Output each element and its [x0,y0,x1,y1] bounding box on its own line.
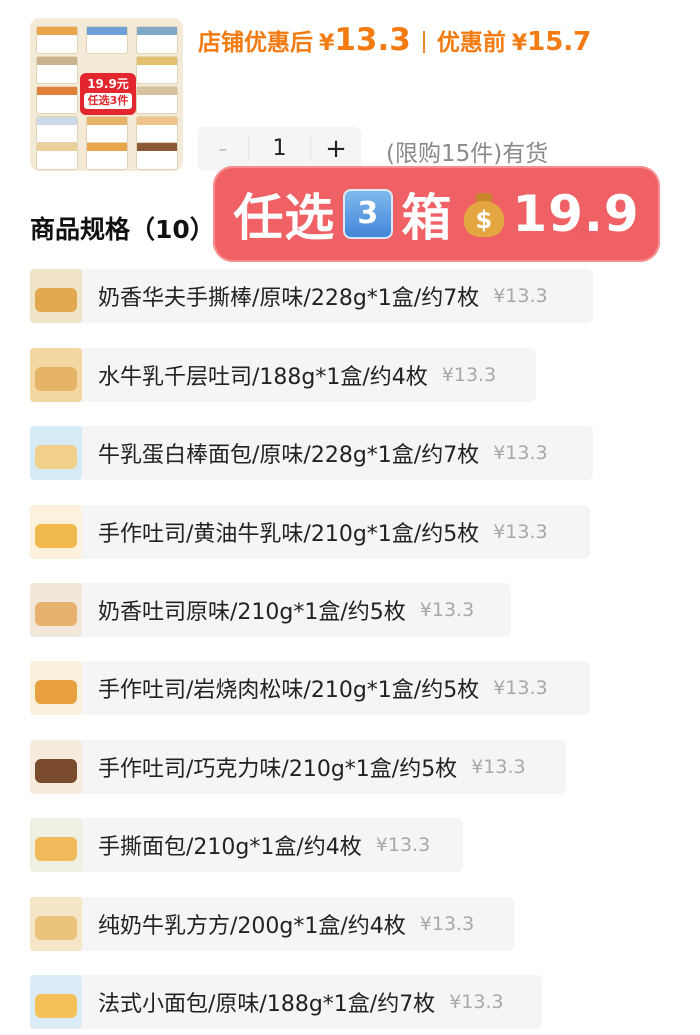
thumb-box [136,86,178,114]
thumb-box [86,142,128,170]
spec-price: ¥13.3 [449,991,504,1013]
before-currency: ¥ [511,31,528,56]
spec-name: 法式小面包/原味/188g*1盒/约7枚 [98,992,436,1017]
spec-thumbnail [30,975,82,1029]
thumb-box [36,142,78,170]
thumb-promo-badge: 19.9元 任选3件 [80,73,136,115]
spec-price: ¥13.3 [493,521,548,543]
spec-name: 水牛乳千层吐司/188g*1盒/约4枚 [98,365,428,390]
spec-price: ¥13.3 [419,599,475,621]
spec-thumbnail [30,426,82,480]
thumb-box [86,116,128,144]
thumb-box [136,142,178,170]
spec-price: ¥13.3 [375,834,431,856]
thumb-box [136,26,178,54]
before-discount-label: 优惠前 [436,30,506,56]
spec-name: 手作吐司/岩烧肉松味/210g*1盒/约5枚 [98,678,480,703]
quantity-input[interactable]: 1 [248,136,311,162]
money-bag-icon: $ [462,191,506,237]
thumb-box [36,56,78,84]
banner-text-b: 箱 [401,189,453,247]
thumb-promo-line1: 19.9元 [87,77,129,91]
spec-thumbnail [30,818,82,872]
promo-banner: 任选 3 箱 $ 19.9 [213,166,660,262]
spec-option[interactable]: 奶香吐司原味/210g*1盒/约5枚 ¥13.3 [30,583,511,637]
before-discount-price: 15.7 [527,27,592,57]
spec-option[interactable]: 手作吐司/黄油牛乳味/210g*1盒/约5枚 ¥13.3 [30,505,590,559]
keycap-3-icon: 3 [343,189,394,239]
spec-price: ¥13.3 [441,364,497,386]
decrease-button[interactable]: - [198,134,248,164]
spec-thumbnail [30,269,82,323]
thumb-box [36,116,78,144]
spec-name: 手撕面包/210g*1盒/约4枚 [98,835,362,860]
spec-name: 手作吐司/巧克力味/210g*1盒/约5枚 [98,757,458,782]
product-thumbnail[interactable]: 19.9元 任选3件 [30,18,183,171]
spec-thumbnail [30,505,82,559]
spec-price: ¥13.3 [471,756,526,778]
spec-thumbnail [30,661,82,715]
spec-name: 奶香吐司原味/210g*1盒/约5枚 [98,600,406,625]
banner-text-a: 任选 [233,189,336,247]
stock-status: (限购15件)有货 [386,141,549,167]
spec-price: ¥13.3 [493,285,548,307]
after-discount-price: 13.3 [334,22,411,58]
spec-option[interactable]: 手作吐司/岩烧肉松味/210g*1盒/约5枚 ¥13.3 [30,661,590,715]
spec-option[interactable]: 纯奶牛乳方方/200g*1盒/约4枚 ¥13.3 [30,897,514,951]
spec-thumbnail [30,897,82,951]
thumb-box [86,26,128,54]
quantity-stepper: - 1 + [198,127,361,171]
thumb-box [136,116,178,144]
spec-option[interactable]: 手撕面包/210g*1盒/约4枚 ¥13.3 [30,818,463,872]
spec-option[interactable]: 法式小面包/原味/188g*1盒/约7枚 ¥13.3 [30,975,542,1029]
spec-name: 牛乳蛋白棒面包/原味/228g*1盒/约7枚 [98,443,480,468]
spec-price: ¥13.3 [493,442,548,464]
after-discount-label: 店铺优惠后 [198,30,313,56]
spec-name: 纯奶牛乳方方/200g*1盒/约4枚 [98,914,406,939]
spec-thumbnail [30,348,82,402]
spec-option[interactable]: 水牛乳千层吐司/188g*1盒/约4枚 ¥13.3 [30,348,536,402]
banner-price: 19.9 [512,185,640,243]
thumb-box [136,56,178,84]
spec-price: ¥13.3 [493,677,548,699]
price-divider [422,31,425,53]
thumb-box [36,26,78,54]
spec-option[interactable]: 奶香华夫手撕棒/原味/228g*1盒/约7枚 ¥13.3 [30,269,593,323]
thumb-promo-line2: 任选3件 [84,93,132,109]
spec-section-title: 商品规格（10） [30,215,215,244]
price-line: 店铺优惠后 ¥ 13.3 优惠前 ¥ 15.7 [198,22,591,62]
spec-thumbnail [30,740,82,794]
spec-price: ¥13.3 [419,913,475,935]
spec-name: 奶香华夫手撕棒/原味/228g*1盒/约7枚 [98,286,480,311]
spec-option[interactable]: 牛乳蛋白棒面包/原味/228g*1盒/约7枚 ¥13.3 [30,426,593,480]
increase-button[interactable]: + [311,134,361,164]
thumb-box [36,86,78,114]
spec-thumbnail [30,583,82,637]
spec-option[interactable]: 手作吐司/巧克力味/210g*1盒/约5枚 ¥13.3 [30,740,566,794]
after-currency: ¥ [319,31,335,56]
spec-name: 手作吐司/黄油牛乳味/210g*1盒/约5枚 [98,522,480,547]
